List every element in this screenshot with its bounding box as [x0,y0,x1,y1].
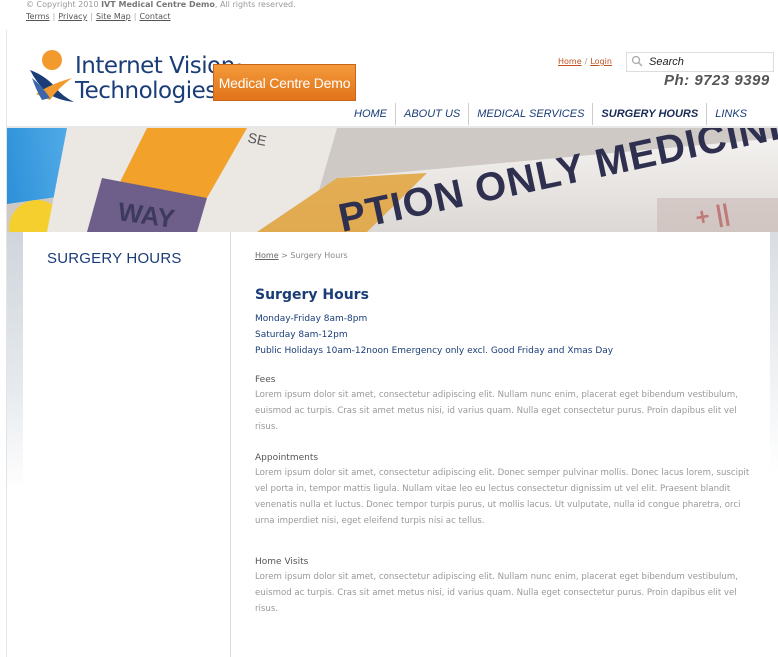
copyright-owner: IVT Medical Centre Demo [101,0,215,9]
breadcrumb-home-link[interactable]: Home [255,251,279,260]
section-title-appointments: Appointments [255,453,319,463]
breadcrumb-separator: > [278,251,291,260]
hours-saturday: Saturday 8am-12pm [255,330,348,340]
hours-weekday: Monday-Friday 8am-8pm [255,314,368,324]
main-content: Home > Surgery Hours Surgery Hours Monda… [255,250,755,617]
breadcrumb-current: Surgery Hours [290,251,348,260]
fees-section: Fees Lorem ipsum dolor sit amet, consect… [255,373,755,435]
nav-medical-services[interactable]: MEDICAL SERVICES [468,103,592,125]
separator: | [52,12,56,21]
page-title: Surgery Hours [255,287,369,303]
breadcrumb: Home > Surgery Hours [255,250,755,262]
nav-links[interactable]: LINKS [706,103,755,125]
section-body-appointments: Lorem ipsum dolor sit amet, consectetur … [255,468,750,526]
search-input[interactable] [649,56,769,68]
section-title-fees: Fees [255,375,276,385]
copyright-text: © Copyright 2010 IVT Medical Centre Demo… [26,0,296,10]
contact-link[interactable]: Contact [139,12,170,21]
hours-list: Monday-Friday 8am-8pm Saturday 8am-12pm … [255,311,755,359]
separator: | [90,12,93,21]
sidebar-title: SURGERY HOURS [47,250,182,267]
sitemap-link[interactable]: Site Map [96,12,131,21]
appointments-section: Appointments Lorem ipsum dolor sit amet,… [255,451,755,529]
footer-links: Terms | Privacy | Site Map | Contact [26,12,171,22]
logo-line1-text: Internet Vision [75,53,235,79]
separator: | [133,12,137,21]
section-body-home-visits: Lorem ipsum dolor sit amet, consectetur … [255,572,738,614]
login-link[interactable]: Login [590,57,612,66]
banner-side-fade [7,232,23,492]
phone-number: Ph: 9723 9399 [664,72,770,89]
section-body-fees: Lorem ipsum dolor sit amet, consectetur … [255,390,738,432]
home-top-link[interactable]: Home [558,57,582,66]
nav-home[interactable]: HOME [346,103,395,125]
logo-mark-icon [30,50,74,102]
nav-about-us[interactable]: ABOUT US [395,103,468,125]
hours-public-holidays: Public Holidays 10am-12noon Emergency on… [255,346,614,356]
search-box[interactable] [626,52,774,72]
terms-link[interactable]: Terms [26,12,50,21]
header-banner-image: SE WAY PTION ONLY MEDICINE + || [7,128,778,232]
logo-title-line2: Technologies [75,78,217,104]
sidebar [23,232,231,657]
section-title-home-visits: Home Visits [255,557,309,567]
main-nav: HOME ABOUT US MEDICAL SERVICES SURGERY H… [346,103,755,125]
site-badge: Medical Centre Demo [213,64,356,101]
account-links: Home / Login [558,57,612,66]
search-icon[interactable] [631,55,645,69]
banner-illustration: SE WAY PTION ONLY MEDICINE + || [7,128,778,232]
banner-side-fade-right [770,232,778,472]
privacy-link[interactable]: Privacy [58,12,87,21]
home-visits-section: Home Visits Lorem ipsum dolor sit amet, … [255,555,755,617]
copyright-prefix: © Copyright 2010 [26,0,102,9]
copyright-suffix: , All rights reserved. [214,0,296,9]
separator: / [584,57,588,66]
nav-surgery-hours[interactable]: SURGERY HOURS [592,103,706,125]
